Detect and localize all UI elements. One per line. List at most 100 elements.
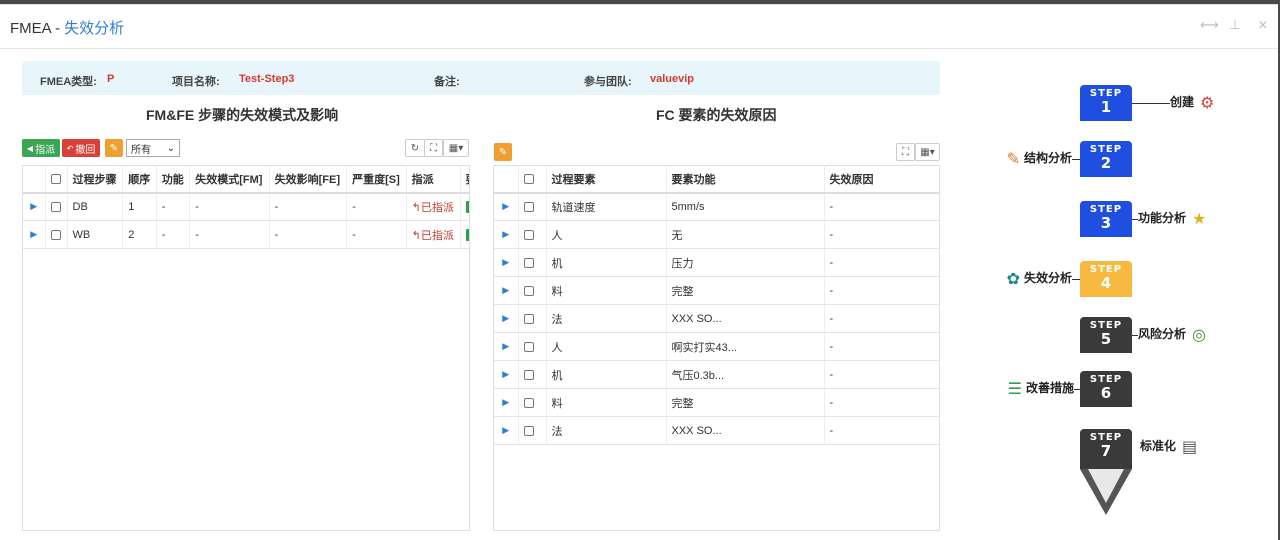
cell-func: 啊实打实43... xyxy=(666,332,825,361)
fullscreen-button[interactable]: ⛶ xyxy=(424,139,443,157)
select-all-checkbox[interactable] xyxy=(523,173,534,184)
row-checkbox[interactable] xyxy=(523,313,534,324)
table-row[interactable]: ▶ 法 XXX SO... - xyxy=(494,304,939,333)
step-3-badge[interactable]: STEP 3 xyxy=(1080,201,1132,237)
table-header-row: 过程要素 要素功能 失效原因 xyxy=(494,165,939,194)
table-row[interactable]: ▶ 人啊实打实43... - xyxy=(494,332,939,361)
step-4-badge[interactable]: STEP 4 xyxy=(1080,261,1132,297)
row-checkbox[interactable] xyxy=(523,201,534,212)
assigned-link[interactable]: ↰已指派 xyxy=(412,202,454,214)
select-all-checkbox[interactable] xyxy=(50,173,61,184)
expand-row-icon[interactable]: ▶ xyxy=(23,192,46,221)
step-5-badge[interactable]: STEP 5 xyxy=(1080,317,1132,353)
step-5-label[interactable]: 风险分析 ◎ xyxy=(1138,325,1206,344)
cell-order: 2 xyxy=(122,220,157,249)
expand-row-icon[interactable]: ▶ xyxy=(494,220,519,249)
row-checkbox[interactable] xyxy=(523,341,534,352)
step-7-label[interactable]: 标准化 ▤ xyxy=(1140,437,1197,456)
assign-button[interactable]: ◀ 指派 xyxy=(22,139,60,157)
pencil-wood-graphic xyxy=(1088,469,1124,503)
cell-elem: 机 xyxy=(546,360,667,389)
table-row[interactable]: ▶ 料完整 - xyxy=(494,388,939,417)
fc-columns-button[interactable]: ▦▾ xyxy=(915,143,940,161)
col-header[interactable]: 要素功能 xyxy=(666,165,825,194)
expand-row-icon[interactable]: ▶ xyxy=(494,276,519,305)
assigned-link[interactable]: ↰已指派 xyxy=(412,230,454,242)
status-badge[interactable] xyxy=(465,228,469,241)
row-select-cell xyxy=(518,388,547,417)
col-header[interactable]: 功能 xyxy=(156,165,191,194)
row-checkbox[interactable] xyxy=(523,285,534,296)
expand-row-icon[interactable]: ▶ xyxy=(494,304,519,333)
columns-button[interactable]: ▦▾ xyxy=(443,139,469,157)
row-checkbox[interactable] xyxy=(523,257,534,268)
gear-icon: ⚙ xyxy=(1200,93,1215,112)
expand-row-icon[interactable]: ▶ xyxy=(494,416,519,445)
expand-row-icon[interactable]: ▶ xyxy=(494,388,519,417)
step-number: 4 xyxy=(1100,274,1112,292)
col-header[interactable]: 顺序 xyxy=(122,165,157,194)
table-row[interactable]: ▶ 人无 - xyxy=(494,220,939,249)
title-bar: FMEA - 失效分析 ⟷ ⊥ × xyxy=(0,5,1278,49)
step-6-label[interactable]: ☰ 改善措施 xyxy=(1008,379,1074,398)
expand-row-icon[interactable]: ▶ xyxy=(494,360,519,389)
col-header[interactable]: 过程步骤 xyxy=(67,165,124,194)
team-label: 参与团队: xyxy=(584,76,632,88)
step-1-label[interactable]: 创建 ⚙ xyxy=(1170,93,1214,112)
row-checkbox[interactable] xyxy=(523,229,534,240)
fc-fullscreen-button[interactable]: ⛶ xyxy=(896,143,915,161)
fm-fe-table-panel: 过程步骤 顺序 功能 失效模式[FM] 失效影响[FE] 严重度[S] 指派 要… xyxy=(22,165,470,531)
col-header[interactable]: 指派 xyxy=(406,165,461,194)
expand-row-icon[interactable]: ▶ xyxy=(494,192,519,221)
cell-cause: - xyxy=(824,220,939,249)
row-checkbox[interactable] xyxy=(50,201,61,212)
col-header[interactable]: 失效原因 xyxy=(824,165,939,194)
restore-icon[interactable]: ⟷ xyxy=(1200,18,1219,33)
table-row[interactable]: ▶ WB 2- - - - ↰已指派 xyxy=(23,220,469,249)
cell-elem: 料 xyxy=(546,388,667,417)
step-7-badge[interactable]: STEP 7 xyxy=(1080,429,1132,469)
status-badge[interactable] xyxy=(465,200,469,213)
team-value: valuevip xyxy=(650,73,695,85)
cell-elem: 料 xyxy=(546,276,667,305)
edit-icon: ✎ xyxy=(109,142,119,154)
step-6-badge[interactable]: STEP 6 xyxy=(1080,371,1132,407)
cell-elem: 轨道速度 xyxy=(546,192,667,221)
table-row[interactable]: ▶ 料完整 - xyxy=(494,276,939,305)
step-2-badge[interactable]: STEP 2 xyxy=(1080,141,1132,177)
col-header[interactable]: 严重度[S] xyxy=(346,165,407,194)
step-2-label[interactable]: ✎ 结构分析 xyxy=(1007,149,1072,168)
table-row[interactable]: ▶ DB 1- - - - ↰已指派 xyxy=(23,192,469,221)
fc-table: 过程要素 要素功能 失效原因 ▶ 轨道速度 5mm/s - ▶ 人无 - ▶ 机压力 - ▶ 料完整 -… xyxy=(494,165,939,445)
expand-row-icon[interactable]: ▶ xyxy=(23,220,46,249)
step-4-label[interactable]: ✿ 失效分析 xyxy=(1007,269,1072,288)
col-header[interactable]: 过程要素 xyxy=(546,165,667,194)
step-3-label[interactable]: 功能分析 ★ xyxy=(1138,209,1206,228)
expand-row-icon[interactable]: ▶ xyxy=(494,248,519,277)
document-icon: ▤ xyxy=(1182,437,1198,456)
expand-row-icon[interactable]: ▶ xyxy=(494,332,519,361)
revoke-button[interactable]: ↶ 撤回 xyxy=(62,139,100,157)
table-row[interactable]: ▶ 轨道速度 5mm/s - xyxy=(494,192,939,221)
row-checkbox[interactable] xyxy=(523,369,534,380)
step-1-badge[interactable]: STEP 1 xyxy=(1080,85,1132,121)
fc-edit-button[interactable]: ✎ xyxy=(494,143,512,161)
table-row[interactable]: ▶ 法 XXX SO... - xyxy=(494,416,939,445)
row-checkbox[interactable] xyxy=(523,397,534,408)
row-checkbox[interactable] xyxy=(50,229,61,240)
pin-icon[interactable]: ⊥ xyxy=(1228,18,1242,33)
col-header[interactable]: 失效模式[FM] xyxy=(189,165,270,194)
edit-button[interactable]: ✎ xyxy=(105,139,123,157)
cell-assign: ↰已指派 xyxy=(406,220,461,249)
row-checkbox[interactable] xyxy=(523,425,534,436)
cell-elem: 法 xyxy=(546,304,667,333)
col-header[interactable]: 失效影响[FE] xyxy=(269,165,348,194)
col-header[interactable]: 要 xyxy=(460,165,469,194)
table-row[interactable]: ▶ 机气压0.3b... - xyxy=(494,360,939,389)
close-icon[interactable]: × xyxy=(1256,18,1270,33)
filter-select[interactable]: 所有 ⌄ xyxy=(126,139,180,157)
refresh-button[interactable]: ↻ xyxy=(405,139,425,157)
table-row[interactable]: ▶ 机压力 - xyxy=(494,248,939,277)
cell-s: - xyxy=(346,192,407,221)
cell-step: DB xyxy=(67,192,124,221)
